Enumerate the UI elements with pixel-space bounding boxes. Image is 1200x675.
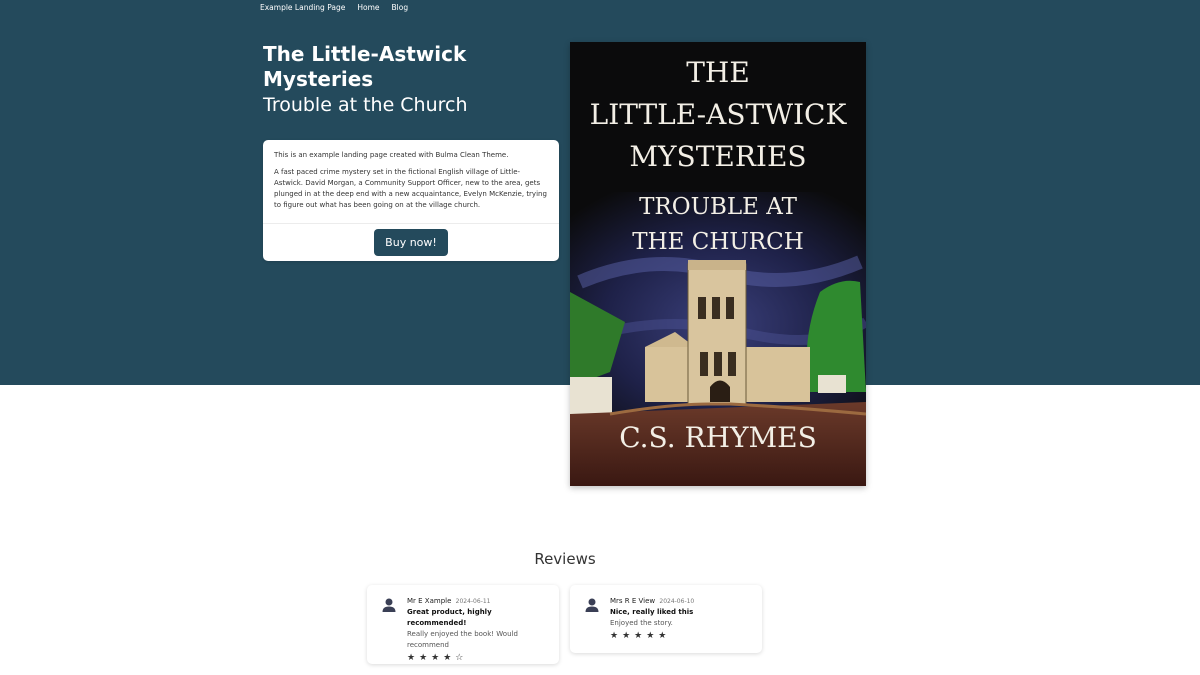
review-body: Mrs R E View 2024-06-10 Nice, really lik…	[610, 596, 752, 642]
book-cover-image: THE LITTLE-ASTWICK MYSTERIES TROUBLE AT …	[570, 42, 866, 486]
nav-blog-link[interactable]: Blog	[392, 3, 409, 12]
review-card: Mr E Xample 2024-06-11 Great product, hi…	[367, 585, 559, 664]
cover-title-line-2: LITTLE-ASTWICK	[589, 98, 847, 131]
page-subtitle: Trouble at the Church	[263, 94, 468, 116]
page-title: The Little-Astwick Mysteries	[263, 42, 467, 91]
review-body: Mr E Xample 2024-06-11 Great product, hi…	[407, 596, 549, 664]
cover-subtitle-line-2: THE CHURCH	[632, 229, 804, 255]
nav-brand-link[interactable]: Example Landing Page	[260, 3, 345, 12]
buy-now-button[interactable]: Buy now!	[374, 229, 448, 256]
review-text: Really enjoyed the book! Would recommend	[407, 630, 518, 649]
user-icon	[585, 598, 599, 612]
user-icon	[382, 598, 396, 612]
star-rating: ★★★★☆	[407, 653, 468, 663]
intro-text: This is an example landing page created …	[274, 151, 509, 159]
review-headline: Nice, really liked this	[610, 608, 694, 616]
star-rating: ★★★★★	[610, 631, 671, 641]
review-card: Mrs R E View 2024-06-10 Nice, really lik…	[570, 585, 762, 653]
reviewer-name: Mrs R E View	[610, 597, 656, 605]
product-card: This is an example landing page created …	[263, 140, 559, 261]
hero-heading: The Little-Astwick Mysteries Trouble at …	[263, 42, 553, 118]
review-headline: Great product, highly recommended!	[407, 608, 492, 627]
product-card-content: This is an example landing page created …	[263, 140, 559, 211]
description-text: A fast paced crime mystery set in the fi…	[274, 168, 547, 209]
top-navbar: Example Landing Page Home Blog	[260, 3, 408, 12]
cover-title-line-3: MYSTERIES	[629, 140, 807, 173]
product-card-footer: Buy now!	[263, 223, 559, 261]
nav-home-link[interactable]: Home	[357, 3, 379, 12]
reviews-heading: Reviews	[534, 550, 596, 568]
review-date: 2024-06-11	[455, 598, 491, 605]
reviewer-name: Mr E Xample	[407, 597, 452, 605]
review-text: Enjoyed the story.	[610, 619, 673, 627]
cover-title-line-1: THE	[686, 56, 750, 89]
cover-subtitle-line-1: TROUBLE AT	[639, 194, 797, 220]
cover-author: C.S. RHYMES	[619, 421, 817, 454]
review-date: 2024-06-10	[659, 598, 695, 605]
